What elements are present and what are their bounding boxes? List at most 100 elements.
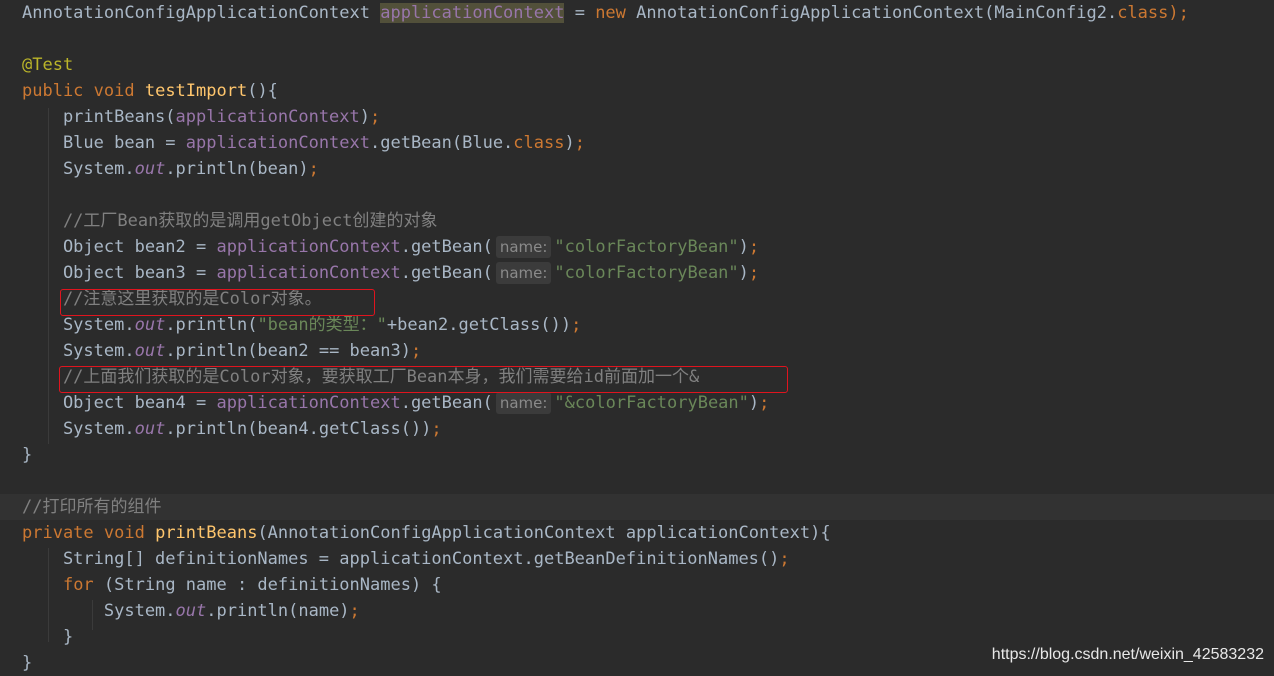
code-token: = — [564, 3, 596, 23]
code-token: "colorFactoryBean" — [554, 237, 739, 257]
code-token: ; — [571, 315, 582, 335]
code-token: ; — [779, 549, 790, 569]
code-token: } — [22, 627, 74, 647]
code-token: new — [595, 3, 637, 23]
code-line-9[interactable]: //工厂Bean获取的是调用getObject创建的对象 — [0, 208, 1274, 234]
code-token: //工厂Bean获取的是调用getObject创建的对象 — [22, 211, 438, 231]
code-token: out — [134, 315, 166, 335]
code-token: ; — [370, 107, 381, 127]
code-token: Object bean2 = — [22, 237, 217, 257]
code-token: .getBean(Blue. — [370, 133, 514, 153]
code-token: .println( — [165, 315, 258, 335]
code-token: AnnotationConfigApplicationContext(MainC… — [636, 3, 1118, 23]
code-line-8[interactable] — [0, 182, 1274, 208]
code-token: for — [62, 575, 104, 595]
watermark: https://blog.csdn.net/weixin_42583232 — [991, 646, 1264, 663]
code-line-23[interactable]: for (String name : definitionNames) { — [0, 572, 1274, 598]
code-token: applicationContext — [216, 237, 401, 257]
code-line-1[interactable]: AnnotationConfigApplicationContext appli… — [0, 0, 1274, 26]
code-token: "colorFactoryBean" — [554, 263, 739, 283]
code-line-22[interactable]: String[] definitionNames = applicationCo… — [0, 546, 1274, 572]
code-token: ) — [748, 393, 760, 413]
code-token: "&colorFactoryBean" — [554, 393, 749, 413]
code-line-18[interactable]: } — [0, 442, 1274, 468]
code-token: void — [103, 523, 156, 543]
code-line-20[interactable]: //打印所有的组件 — [0, 494, 1274, 520]
code-token: ; — [759, 393, 770, 413]
code-token: ; — [410, 341, 422, 361]
annotation-box-color-object — [60, 289, 375, 316]
code-token: testImport — [144, 81, 248, 101]
code-editor[interactable]: AnnotationConfigApplicationContext appli… — [0, 0, 1274, 673]
code-token: String[] definitionNames = applicationCo… — [22, 549, 780, 569]
code-token: out — [134, 341, 166, 361]
code-token: .getBean( — [400, 263, 493, 283]
code-token: Object bean3 = — [22, 263, 217, 283]
code-token: ) — [564, 133, 575, 153]
code-token: .println(bean4.getClass()) — [165, 419, 432, 439]
code-line-11[interactable]: Object bean3 = applicationContext.getBea… — [0, 260, 1274, 286]
code-token: +bean2.getClass()) — [386, 315, 572, 335]
code-token: ; — [308, 159, 319, 179]
code-token: ; — [748, 263, 760, 283]
code-line-24[interactable]: System.out.println(name); — [0, 598, 1274, 624]
code-line-14[interactable]: System.out.println(bean2 == bean3); — [0, 338, 1274, 364]
code-token: .getBean( — [400, 393, 493, 413]
code-line-10[interactable]: Object bean2 = applicationContext.getBea… — [0, 234, 1274, 260]
code-token: ) — [359, 107, 371, 127]
code-token: void — [93, 81, 145, 101]
code-token: out — [134, 159, 166, 179]
code-token: "bean的类型：" — [257, 315, 387, 335]
code-token: } — [22, 653, 33, 673]
parameter-hint: name: — [495, 236, 552, 258]
annotation-box-factory-bean — [59, 366, 788, 393]
code-line-5[interactable]: printBeans(applicationContext); — [0, 104, 1274, 130]
code-line-6[interactable]: Blue bean = applicationContext.getBean(B… — [0, 130, 1274, 156]
code-token: ; — [748, 237, 760, 257]
code-token: System. — [22, 341, 135, 361]
code-line-4[interactable]: public void testImport(){ — [0, 78, 1274, 104]
code-token: Blue bean = — [22, 133, 186, 153]
parameter-hint: name: — [495, 262, 552, 284]
code-token: out — [175, 601, 207, 621]
code-line-7[interactable]: System.out.println(bean); — [0, 156, 1274, 182]
parameter-hint: name: — [495, 392, 552, 414]
code-token: //打印所有的组件 — [22, 497, 162, 517]
code-token: applicationContext — [216, 263, 401, 283]
code-line-17[interactable]: System.out.println(bean4.getClass()); — [0, 416, 1274, 442]
code-line-2[interactable] — [0, 26, 1274, 52]
code-token: .getBean( — [400, 237, 493, 257]
code-token: } — [22, 445, 33, 465]
code-line-19[interactable] — [0, 468, 1274, 494]
code-token: ) — [738, 263, 749, 283]
code-line-3[interactable]: @Test — [0, 52, 1274, 78]
code-token: @Test — [22, 55, 74, 75]
code-line-16[interactable]: Object bean4 = applicationContext.getBea… — [0, 390, 1274, 416]
code-token: printBeans — [155, 523, 258, 543]
code-token: ) — [738, 237, 749, 257]
code-token: printBeans( — [22, 107, 176, 127]
code-token: ; — [431, 419, 442, 439]
code-token: applicationContext — [175, 107, 360, 127]
code-token: System. — [22, 315, 135, 335]
code-token: ; — [574, 133, 585, 153]
code-token: AnnotationConfigApplicationContext — [22, 3, 381, 23]
code-token: out — [134, 419, 166, 439]
code-token: applicationContext — [216, 393, 401, 413]
code-token: System. — [22, 419, 135, 439]
code-token: ; — [349, 601, 360, 621]
code-token: applicationContext — [185, 133, 370, 153]
code-token: .println(bean) — [165, 159, 309, 179]
code-token: class — [513, 133, 565, 153]
code-token: System. — [22, 601, 176, 621]
code-token: (String name : definitionNames) { — [103, 575, 442, 595]
code-token: System. — [22, 159, 135, 179]
code-token: (){ — [247, 81, 278, 101]
code-token: Object bean4 = — [22, 393, 217, 413]
code-token: .println(name) — [206, 601, 350, 621]
code-token: applicationContext — [380, 3, 565, 23]
code-token: class — [1117, 3, 1169, 23]
code-token: private — [22, 523, 104, 543]
code-line-21[interactable]: private void printBeans(AnnotationConfig… — [0, 520, 1274, 546]
